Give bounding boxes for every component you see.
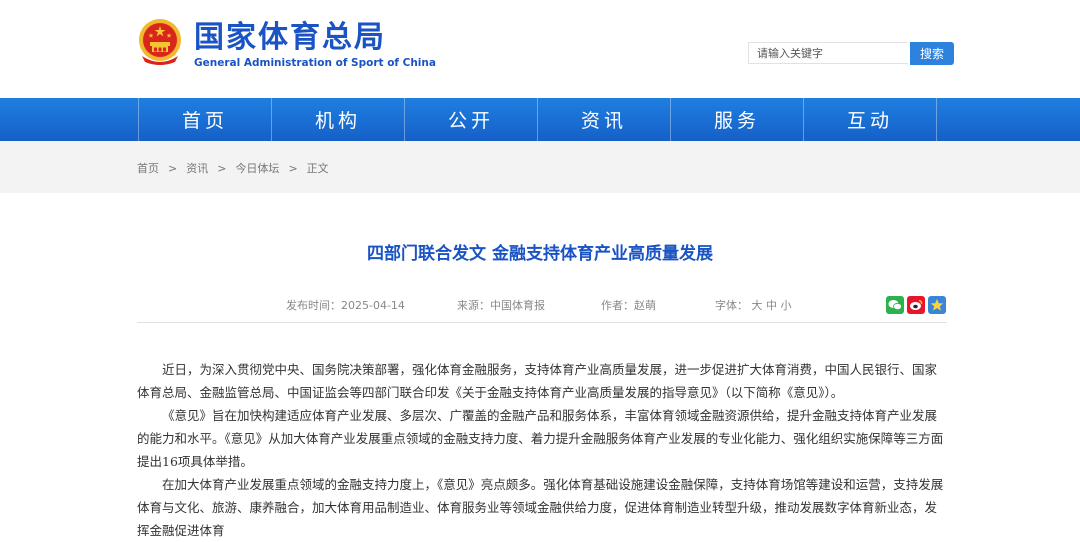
- font-size-medium[interactable]: 中: [766, 299, 777, 312]
- site-header: 国家体育总局 General Administration of Sport o…: [0, 0, 1080, 98]
- nav-item-home[interactable]: 首页: [139, 98, 272, 141]
- breadcrumb-news[interactable]: 资讯: [186, 162, 208, 175]
- breadcrumb: 首页 > 资讯 > 今日体坛 > 正文: [137, 160, 329, 176]
- national-emblem-icon[interactable]: [137, 18, 183, 66]
- article-paragraph: 《意见》旨在加快构建适应体育产业发展、多层次、广覆盖的金融产品和服务体系，丰富体…: [137, 408, 944, 469]
- breadcrumb-separator: >: [168, 162, 178, 175]
- nav-item-organization[interactable]: 机构: [272, 98, 405, 141]
- font-size-control: 字体： 大 中 小: [715, 297, 792, 313]
- site-name-cn[interactable]: 国家体育总局: [194, 20, 386, 56]
- article-meta: 发布时间：2025-04-14 来源：中国体育报 作者：赵萌 字体： 大 中 小: [0, 296, 1080, 315]
- breadcrumb-today-sports[interactable]: 今日体坛: [235, 162, 279, 175]
- font-size-small[interactable]: 小: [781, 299, 792, 312]
- nav-item-services[interactable]: 服务: [671, 98, 804, 141]
- nav-item-interaction[interactable]: 互动: [804, 98, 937, 141]
- weibo-icon[interactable]: [907, 296, 925, 314]
- article-source: 来源：中国体育报: [457, 299, 545, 312]
- breadcrumb-home[interactable]: 首页: [137, 162, 159, 175]
- article-paragraph: 在加大体育产业发展重点领域的金融支持力度上，《意见》亮点颇多。强化体育基础设施建…: [137, 477, 944, 538]
- search-button[interactable]: 搜索: [910, 42, 954, 65]
- article-author: 作者：赵萌: [601, 299, 656, 312]
- search-input[interactable]: [748, 42, 908, 64]
- article-body: 近日，为深入贯彻党中央、国务院决策部署，强化体育金融服务，支持体育产业高质量发展…: [137, 358, 947, 542]
- main-nav: 首页 机构 公开 资讯 服务 互动: [0, 98, 1080, 141]
- font-size-large[interactable]: 大: [752, 299, 763, 312]
- meta-divider: [137, 322, 947, 323]
- article-paragraph: 近日，为深入贯彻党中央、国务院决策部署，强化体育金融服务，支持体育产业高质量发展…: [137, 362, 938, 400]
- breadcrumb-separator: >: [288, 162, 298, 175]
- breadcrumb-current: 正文: [306, 162, 329, 175]
- article-title: 四部门联合发文 金融支持体育产业高质量发展: [367, 244, 713, 264]
- nav-item-public-info[interactable]: 公开: [405, 98, 538, 141]
- favorite-icon[interactable]: [928, 296, 946, 314]
- wechat-icon[interactable]: [886, 296, 904, 314]
- site-name-en[interactable]: General Administration of Sport of China: [194, 57, 436, 69]
- breadcrumb-separator: >: [217, 162, 227, 175]
- publish-date: 发布时间：2025-04-14: [286, 299, 405, 312]
- font-size-label: 字体：: [715, 299, 748, 312]
- breadcrumb-bar: 首页 > 资讯 > 今日体坛 > 正文: [0, 141, 1080, 193]
- nav-item-news[interactable]: 资讯: [538, 98, 671, 141]
